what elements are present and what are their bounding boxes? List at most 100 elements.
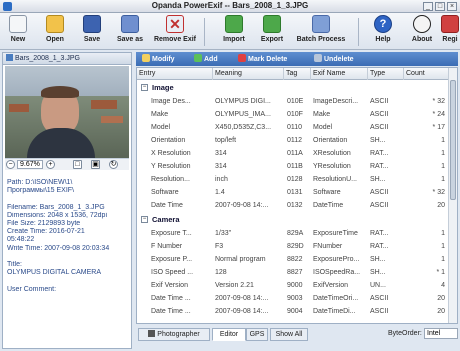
export-button[interactable]: Export xyxy=(256,15,288,49)
cell-entry: X Resolution xyxy=(151,150,191,157)
save-as-button[interactable]: Save as xyxy=(112,15,148,49)
modify-button[interactable]: Modify xyxy=(142,54,175,64)
mark-delete-button[interactable]: Mark Delete xyxy=(238,54,287,64)
vertical-scrollbar[interactable] xyxy=(448,68,457,323)
cell-entry: Exposure P... xyxy=(151,256,193,263)
cell-count: 20 xyxy=(437,308,445,315)
section-camera[interactable]: − Camera xyxy=(137,214,449,225)
cell-count: * 32 xyxy=(432,189,445,196)
table-row[interactable]: Image Des... OLYMPUS DIGI... 010E ImageDesc… xyxy=(137,96,449,107)
cell-exif: ISOSpeedRa... xyxy=(313,269,361,276)
cell-exif: ResolutionU... xyxy=(313,176,357,183)
tab-gps[interactable]: GPS xyxy=(246,328,268,341)
cell-tag: 829A xyxy=(287,230,304,237)
table-row[interactable]: Exif Version Version 2.21 9000 ExifVersion U… xyxy=(137,280,449,291)
table-row[interactable]: Resolution... inch 0128 ResolutionU... SH...… xyxy=(137,174,449,185)
rotate-icon[interactable]: ↻ xyxy=(109,160,118,169)
cell-count: 1 xyxy=(441,243,445,250)
scroll-thumb[interactable] xyxy=(450,80,456,200)
tab-editor[interactable]: Editor xyxy=(212,328,246,341)
cell-tag: 9003 xyxy=(287,295,303,302)
cell-meaning: 1/33" xyxy=(215,230,232,237)
table-row[interactable]: Orientation top/left 0112 Orientation SH... 1 xyxy=(137,135,449,146)
fit-window-icon[interactable]: □ xyxy=(73,160,82,169)
table-row[interactable]: Software 1.4 0131 Software ASCII * 32 xyxy=(137,187,449,198)
cell-count: * 17 xyxy=(432,124,445,131)
photo-preview[interactable] xyxy=(5,66,129,158)
help-icon: ? xyxy=(374,15,392,33)
col-count[interactable]: Count xyxy=(404,68,449,80)
zoom-bar: − 9.67% + □ ▣ ↻ xyxy=(5,158,129,170)
open-button[interactable]: Open xyxy=(40,15,70,49)
col-type[interactable]: Type xyxy=(368,68,404,80)
cell-count: 20 xyxy=(437,295,445,302)
cell-exif: YResolution xyxy=(313,163,351,170)
help-button[interactable]: ? Help xyxy=(370,15,396,49)
cell-tag: 0132 xyxy=(287,202,303,209)
table-row[interactable]: Date Time ... 2007-09-08 14:... 9004 DateTi… xyxy=(137,306,449,317)
cell-count: * 32 xyxy=(432,98,445,105)
save-button[interactable]: Save xyxy=(78,15,106,49)
cell-count: * 24 xyxy=(432,111,445,118)
byte-order-select[interactable]: Intel xyxy=(424,328,458,339)
cell-entry: Date Time ... xyxy=(151,295,191,302)
file-info: Path: D:\ISO\NEW\1\ Программы\15 EXIF\ F… xyxy=(7,179,110,293)
close-button[interactable]: × xyxy=(447,2,457,11)
floppy-icon xyxy=(83,15,101,33)
cell-meaning: top/left xyxy=(215,137,237,144)
cell-tag: 829D xyxy=(287,243,304,250)
table-row[interactable]: Model X450,D535Z,C3... 0110 Model ASCII * 17 xyxy=(137,122,449,133)
cell-tag: 010F xyxy=(287,111,303,118)
maximize-button[interactable]: □ xyxy=(435,2,445,11)
actual-size-icon[interactable]: ▣ xyxy=(91,160,100,169)
remove-exif-icon: ✕ xyxy=(166,15,184,33)
col-meaning[interactable]: Meaning xyxy=(213,68,284,80)
register-button[interactable]: Regi xyxy=(440,15,460,49)
cell-meaning: 314 xyxy=(215,150,227,157)
cell-type: UN... xyxy=(370,282,386,289)
cell-type: ASCII xyxy=(370,308,389,315)
table-row[interactable]: Y Resolution 314 011B YResolution RAT... 1 xyxy=(137,161,449,172)
main-toolbar: New Open Save Save as ✕ Remove Exif Impo… xyxy=(0,13,460,50)
add-button[interactable]: Add xyxy=(194,54,218,64)
cell-exif: FNumber xyxy=(313,243,343,250)
table-row[interactable]: Exposure T... 1/33" 829A ExposureTime RAT...… xyxy=(137,228,449,239)
cell-type: ASCII xyxy=(370,111,389,118)
cell-exif: ExifVersion xyxy=(313,282,349,289)
collapse-icon[interactable]: − xyxy=(141,84,148,91)
cell-tag: 9004 xyxy=(287,308,303,315)
cell-type: SH... xyxy=(370,176,386,183)
table-row[interactable]: Date Time ... 2007-09-08 14:... 9003 DateTi… xyxy=(137,293,449,304)
table-row[interactable]: F Number F3 829D FNumber RAT... 1 xyxy=(137,241,449,252)
pencil-icon xyxy=(142,54,150,62)
tab-photographer[interactable]: Photographer xyxy=(138,328,210,341)
remove-exif-button[interactable]: ✕ Remove Exif xyxy=(152,15,198,49)
zoom-out-icon[interactable]: − xyxy=(6,160,15,169)
cell-type: SH... xyxy=(370,269,386,276)
table-row[interactable]: Make OLYMPUS_IMA... 010F Make ASCII * 24 xyxy=(137,109,449,120)
about-button[interactable]: About xyxy=(408,15,436,49)
col-entry[interactable]: Entry xyxy=(137,68,213,80)
section-image[interactable]: − Image xyxy=(137,82,449,93)
table-row[interactable]: ISO Speed ... 128 8827 ISOSpeedRa... SH... * … xyxy=(137,267,449,278)
undelete-button[interactable]: Undelete xyxy=(314,54,354,64)
new-button[interactable]: New xyxy=(4,15,32,49)
toolbar-separator xyxy=(358,18,359,46)
cell-meaning: OLYMPUS_IMA... xyxy=(215,111,271,118)
table-row[interactable]: Exposure P... Normal program 8822 ExposureP… xyxy=(137,254,449,265)
minimize-button[interactable]: _ xyxy=(423,2,433,11)
table-row[interactable]: Date Time 2007-09-08 14:... 0132 DateTime AS… xyxy=(137,200,449,211)
panda-icon xyxy=(413,15,431,33)
col-exif-name[interactable]: Exif Name xyxy=(311,68,368,80)
camera-icon xyxy=(148,330,156,337)
collapse-icon[interactable]: − xyxy=(141,216,148,223)
tab-show-all[interactable]: Show All xyxy=(270,328,308,341)
col-tag[interactable]: Tag xyxy=(284,68,311,80)
import-button[interactable]: Import xyxy=(218,15,250,49)
cell-count: 4 xyxy=(441,282,445,289)
zoom-level: 9.67% xyxy=(17,160,43,169)
table-row[interactable]: X Resolution 314 011A XResolution RAT... 1 xyxy=(137,148,449,159)
cell-entry: Make xyxy=(151,111,169,118)
batch-process-button[interactable]: Batch Process xyxy=(292,15,350,49)
zoom-in-icon[interactable]: + xyxy=(46,160,55,169)
